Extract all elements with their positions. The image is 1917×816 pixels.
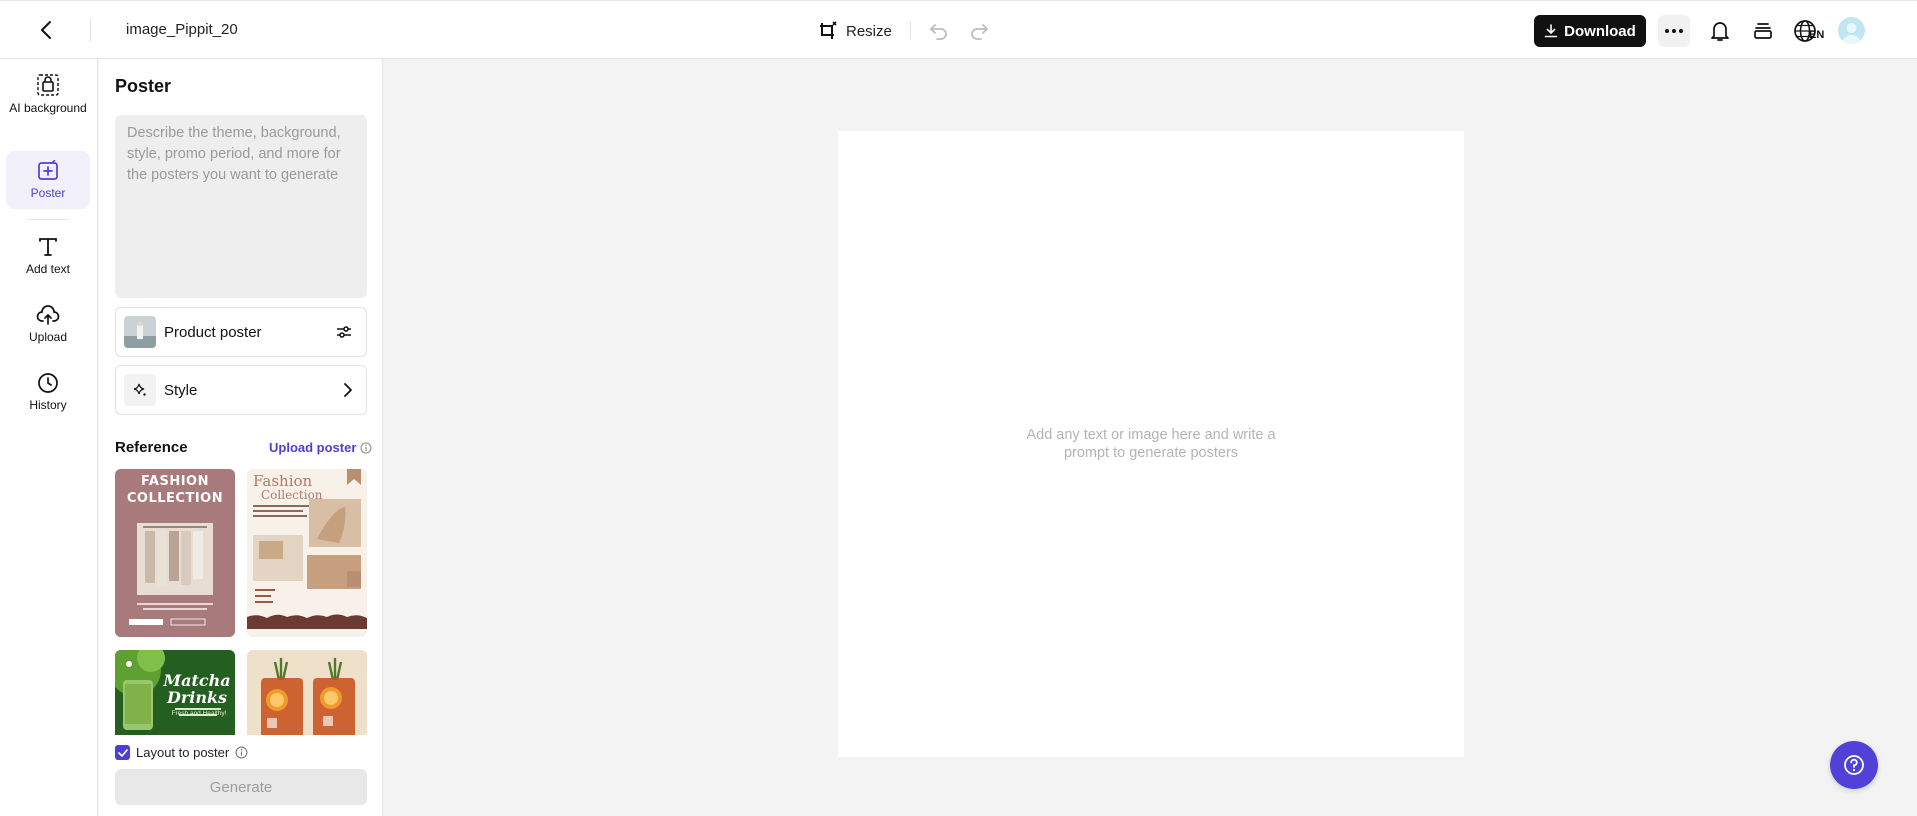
stack-icon [1754,23,1772,39]
reference-card-line1: FASHION [141,474,209,489]
undo-button[interactable] [927,19,951,43]
reference-card-line2: Drinks [166,688,228,707]
notifications-button[interactable] [1706,17,1734,45]
more-horizontal-icon [1665,29,1683,33]
chevron-right-icon [343,383,352,397]
layout-to-poster-checkbox[interactable] [115,745,130,760]
rail-item-label: Poster [30,186,66,200]
reference-card-line2: COLLECTION [126,491,224,506]
reference-card-fashion-collection-cream[interactable]: Fashion Collection [247,469,367,637]
redo-icon [971,24,988,40]
style-option[interactable]: Style [115,365,367,415]
rail-item-add-text[interactable]: Add text [6,236,90,286]
rail-item-label: Add text [25,262,71,276]
canvas-hint-line1: Add any text or image here and write a [1026,427,1276,443]
top-bar: image_Pippit_20 Resize Download EN [0,0,1917,59]
layout-to-poster-label: Layout to poster [136,745,230,760]
rail-item-label: History [29,398,67,412]
poster-icon [38,160,58,180]
reference-title: Reference [115,439,188,456]
layers-button[interactable] [1749,17,1777,45]
help-button[interactable] [1830,741,1878,789]
rail-item-ai-background[interactable]: AI background [6,73,90,143]
product-poster-option[interactable]: Product poster [115,307,367,357]
layout-to-poster-row: Layout to poster [115,745,248,760]
reference-card-line1: Fashion [253,472,313,490]
download-icon [1544,24,1558,38]
reference-card-iced-tea[interactable] [247,650,367,735]
canvas-hint: Add any text or image here and write a p… [838,426,1464,462]
sparkle-icon [124,374,156,406]
back-button[interactable] [34,17,58,43]
divider [910,21,911,39]
undo-icon [930,24,947,40]
panel-title: Poster [115,76,172,96]
upload-cloud-icon [36,305,60,325]
resize-button[interactable]: Resize [818,17,892,45]
avatar[interactable] [1838,17,1865,44]
ai-background-icon [37,74,59,96]
clock-icon [38,373,58,393]
product-poster-thumbnail [124,316,156,348]
rail-item-label: AI background [9,101,87,115]
rail-divider [28,219,68,220]
language-code: EN [1809,29,1825,41]
reference-card-line3: Fresh and Healthy! [171,710,227,717]
resize-icon [820,21,837,39]
download-label: Download [1564,22,1636,40]
reference-card-fashion-collection[interactable]: FASHION COLLECTION [115,469,235,637]
upload-poster-link[interactable]: Upload poster [269,440,372,455]
left-rail: AI background Poster Add text Upload His… [0,59,98,816]
reference-card-matcha-drinks[interactable]: Matcha Drinks Fresh and Healthy! [115,650,235,735]
rail-item-history[interactable]: History [6,372,90,422]
reference-poster-art [247,650,367,735]
upload-poster-label: Upload poster [269,440,357,455]
more-options-button[interactable] [1658,15,1690,47]
language-button[interactable]: EN [1793,16,1827,46]
question-mark-icon [1844,755,1864,775]
text-icon [39,238,57,256]
bell-icon [1711,22,1729,41]
divider [90,18,91,42]
canvas-hint-line2: prompt to generate posters [1063,445,1239,461]
file-name[interactable]: image_Pippit_20 [126,21,238,38]
info-icon [360,442,372,453]
reference-card-line2: Collection [261,488,323,502]
poster-panel: Poster Product poster Style Reference Up… [99,59,383,816]
download-button[interactable]: Download [1534,15,1646,47]
poster-canvas[interactable]: Add any text or image here and write a p… [838,131,1464,757]
prompt-input[interactable] [115,115,367,298]
rail-item-label: Upload [28,330,68,344]
chevron-left-icon [41,21,51,39]
user-avatar-icon [1842,23,1861,44]
rail-item-poster[interactable]: Poster [6,151,90,209]
info-icon [235,746,248,759]
style-label: Style [164,381,198,399]
generate-button[interactable]: Generate [115,769,367,805]
reference-grid: FASHION COLLECTION Fashion Collection Ma… [115,469,367,735]
checkmark-icon [117,748,128,757]
product-poster-label: Product poster [164,323,262,341]
resize-label: Resize [846,22,892,40]
redo-button[interactable] [967,19,991,43]
reference-card-line1: Matcha [163,671,231,690]
rail-item-upload[interactable]: Upload [6,304,90,354]
settings-sliders-icon[interactable] [336,325,352,339]
